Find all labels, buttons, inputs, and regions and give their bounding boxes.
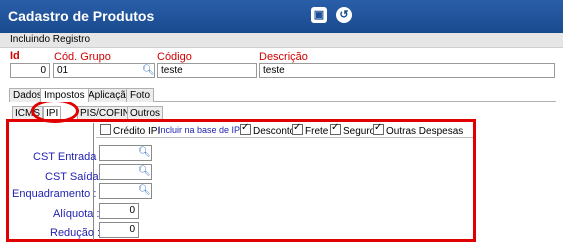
desconto-box [240,122,251,135]
reducao-field[interactable]: 0 [99,222,139,238]
undo-button[interactable]: ↺ [336,7,352,23]
tab-impostos[interactable]: Impostos [40,88,89,102]
group-search-icon[interactable]: 🔍︎ [142,65,155,76]
aliquota-label: Alíquota : [53,208,100,220]
floppy-disk-icon: ▣ [313,9,325,21]
credit-ipi-checkbox[interactable]: Crédito IPI [100,124,160,137]
tab-foto[interactable]: Foto [126,88,155,102]
undo-icon: ↺ [339,9,349,21]
credit-ipi-label: Crédito IPI [113,126,161,137]
code-field[interactable]: teste [157,63,257,78]
id-label: Id [10,50,20,62]
cst-entrada-label: CST Entrada : [33,151,103,163]
status-text: Incluindo Registro [10,34,91,45]
code-label: Código [157,51,192,63]
outras-despesas-label: Outras Despesas [386,126,464,137]
reducao-label: Redução : [50,227,101,239]
options-divider [96,137,473,138]
seguro-label: Seguro [343,126,376,137]
window-title: Cadastro de Produtos [8,8,155,24]
group-field[interactable]: 01 [53,63,155,78]
frete-label: Frete [305,126,329,137]
aliquota-field[interactable]: 0 [99,203,139,219]
description-field[interactable]: teste [259,63,555,78]
frete-box [292,122,303,135]
enquadramento-search-icon[interactable]: 🔍︎ [138,185,151,196]
outras-despesas-checkbox[interactable]: Outras Despesas [373,122,464,137]
save-button[interactable]: ▣ [311,7,327,23]
desconto-checkbox[interactable]: Desconto [240,122,296,137]
enquadramento-label: Enquadramento : [12,188,97,200]
cst-saida-search-icon[interactable]: 🔍︎ [138,166,151,177]
cst-entrada-search-icon[interactable]: 🔍︎ [138,147,151,158]
description-label: Descrição [259,51,308,63]
group-field-value: 01 [57,65,69,76]
include-base-label: Incluir na base de IPI : [158,125,248,135]
desconto-label: Desconto [253,126,296,137]
id-field[interactable]: 0 [10,63,50,78]
seguro-box [330,122,341,135]
group-label: Cód. Grupo [54,51,111,63]
cst-saida-label: CST Saída : [45,171,105,183]
frete-checkbox[interactable]: Frete [292,122,329,137]
outras-despesas-box [373,122,384,135]
seguro-checkbox[interactable]: Seguro [330,122,376,137]
credit-ipi-box [100,124,111,135]
subtab-outros[interactable]: Outros [127,106,164,120]
